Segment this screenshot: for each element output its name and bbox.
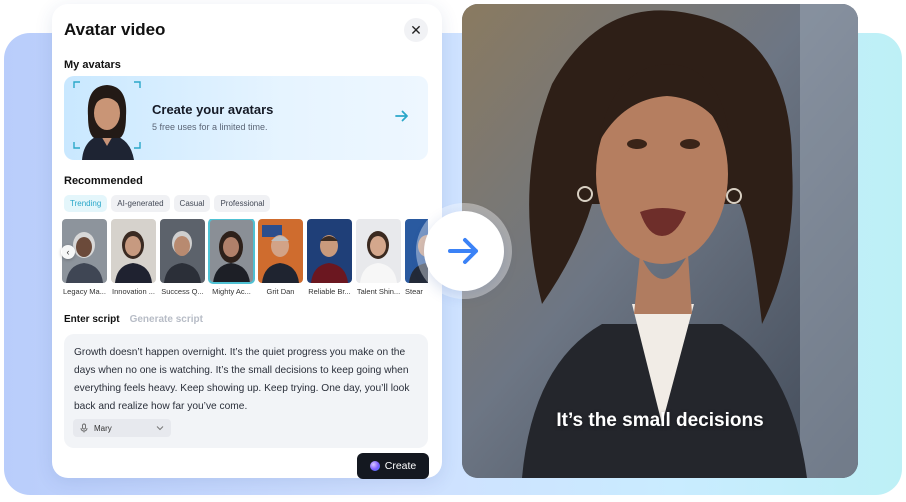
microphone-icon <box>80 423 88 433</box>
create-avatar-banner[interactable]: Create your avatars 5 free uses for a li… <box>64 76 428 160</box>
voice-value: Mary <box>94 423 112 433</box>
avatar-thumbnail-selected <box>208 219 255 284</box>
tab-enter-script[interactable]: Enter script <box>64 314 120 325</box>
avatar-name: Legacy Ma... <box>63 287 106 296</box>
sparkle-orb-icon <box>369 461 380 471</box>
recommended-label: Recommended <box>64 175 143 187</box>
panel-title: Avatar video <box>64 20 166 39</box>
avatar-thumbnail <box>111 219 156 283</box>
tab-trending[interactable]: Trending <box>64 195 108 212</box>
avatar-card[interactable]: Reliable Br... <box>307 219 352 296</box>
video-preview: It’s the small decisions <box>462 4 858 478</box>
avatar-thumbnail <box>356 219 401 283</box>
tab-casual[interactable]: Casual <box>173 195 211 212</box>
avatar-thumbnail <box>307 219 352 283</box>
avatar-portrait-image <box>73 81 141 160</box>
avatar-carousel: Legacy Ma... Innovation ... Success Q...… <box>62 219 428 301</box>
banner-title: Create your avatars <box>152 102 274 117</box>
create-label: Create <box>384 460 417 472</box>
avatar-name: Mighty Ac... <box>212 287 251 296</box>
tab-professional[interactable]: Professional <box>214 195 271 212</box>
voice-select[interactable]: Mary <box>73 419 171 437</box>
arrow-right-icon <box>448 238 478 264</box>
category-tabs: Trending AI-generated Casual Professiona… <box>64 195 271 212</box>
avatar-video-panel: Avatar video ✕ My avatars Create your av… <box>52 4 442 479</box>
avatar-card[interactable]: Success Q... <box>160 219 205 296</box>
create-button[interactable]: Create <box>357 453 429 479</box>
avatar-card[interactable]: Innovation ... <box>111 219 156 296</box>
avatar-card[interactable]: Talent Shin... <box>356 219 401 296</box>
my-avatars-label: My avatars <box>64 59 121 71</box>
arrow-right-icon <box>395 110 408 122</box>
avatar-name: Grit Dan <box>266 287 295 296</box>
avatar-name: Innovation ... <box>112 287 155 296</box>
avatar-card[interactable]: Grit Dan <box>258 219 303 296</box>
close-button[interactable]: ✕ <box>404 18 428 42</box>
convert-arrow-button <box>424 211 504 291</box>
avatar-card[interactable]: Mighty Ac... <box>208 219 255 296</box>
banner-subtitle: 5 free uses for a limited time. <box>152 122 268 132</box>
tab-generate-script[interactable]: Generate script <box>130 314 203 325</box>
avatar-name: Success Q... <box>161 287 204 296</box>
chevron-down-icon <box>156 426 164 431</box>
avatar-thumbnail <box>160 219 205 283</box>
avatar-name: Reliable Br... <box>308 287 351 296</box>
tab-ai-generated[interactable]: AI-generated <box>111 195 170 212</box>
close-icon: ✕ <box>410 21 422 38</box>
chevron-left-icon: ‹ <box>66 247 70 257</box>
presenter-image <box>462 4 858 478</box>
avatar-name: Stear <box>405 287 423 296</box>
avatar-name: Talent Shin... <box>356 287 401 296</box>
carousel-prev-button[interactable]: ‹ <box>61 245 75 259</box>
video-caption: It’s the small decisions <box>556 410 764 431</box>
script-tabs: Enter script Generate script <box>64 314 203 325</box>
script-textarea[interactable]: Growth doesn’t happen overnight. It’s th… <box>74 344 420 416</box>
avatar-thumbnail <box>258 219 303 283</box>
script-editor[interactable]: Growth doesn’t happen overnight. It’s th… <box>64 334 428 448</box>
